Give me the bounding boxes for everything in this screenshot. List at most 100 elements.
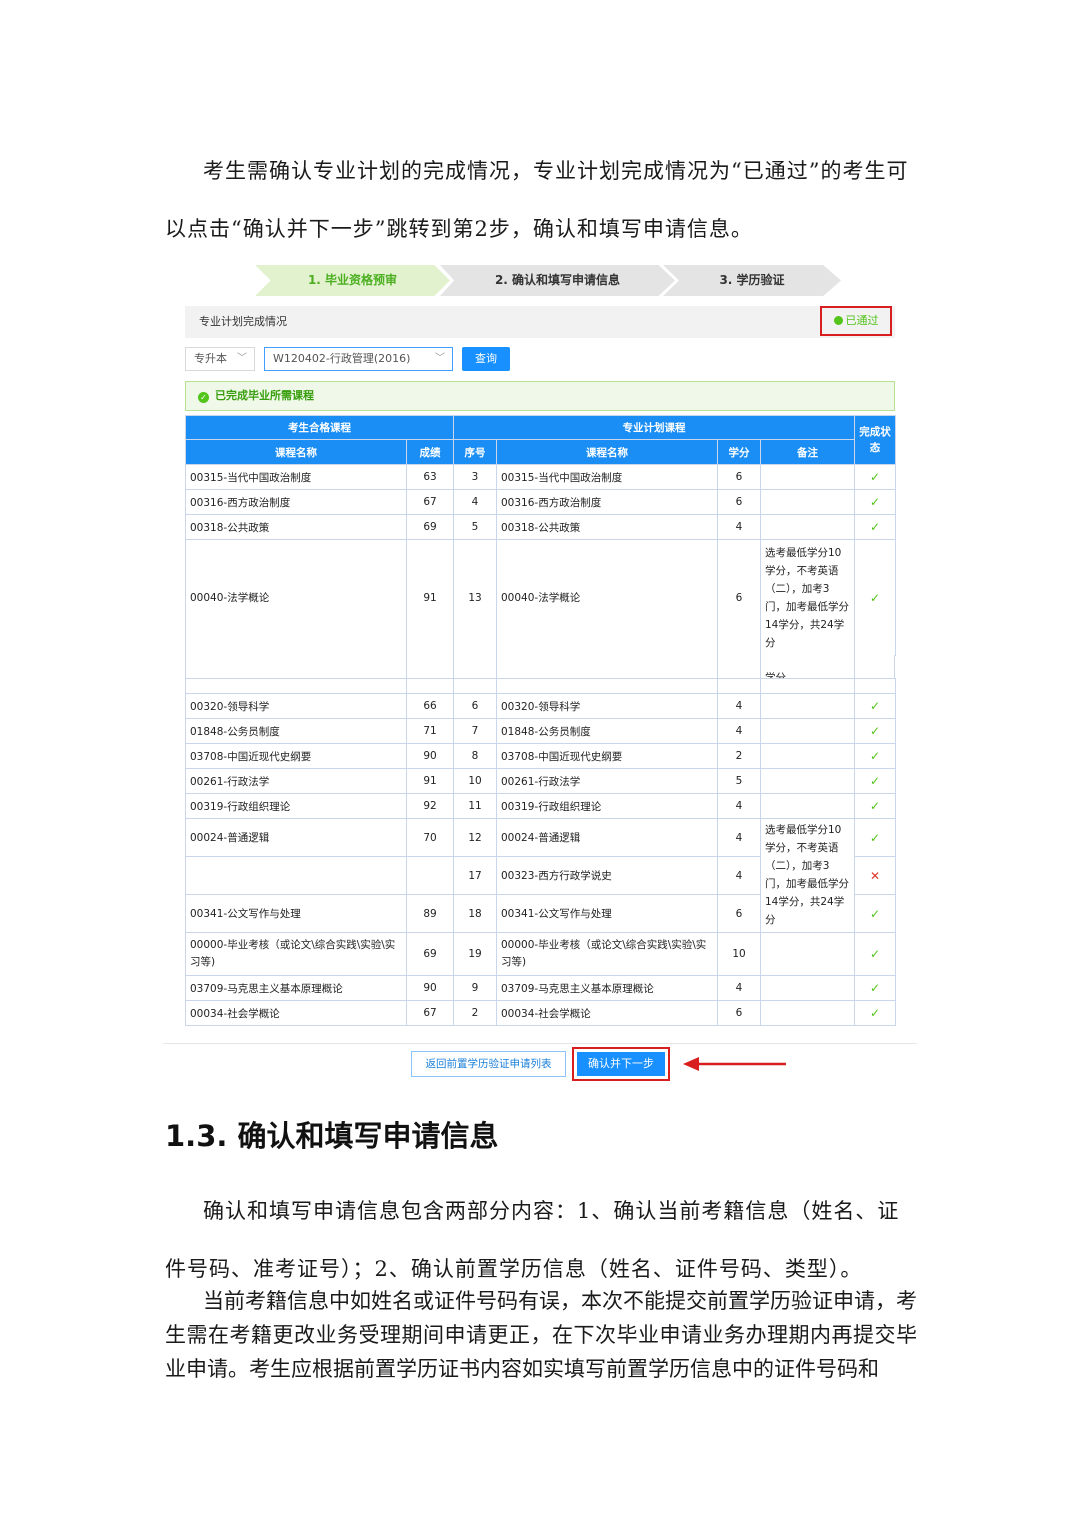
cell-plan-course: 00341-公文写作与处理 — [496, 894, 718, 933]
table-row: 01848-公务员制度 71 7 01848-公务员制度 4 ✓ — [185, 718, 896, 744]
step-1[interactable]: 1. 毕业资格预审 — [255, 265, 450, 296]
check-icon: ✓ — [854, 793, 896, 819]
cell-course: 01848-公务员制度 — [185, 718, 407, 744]
cell-credit: 6 — [717, 489, 761, 515]
group-header-right: 专业计划课程 — [453, 415, 855, 440]
query-button[interactable]: 查询 — [462, 347, 510, 371]
table-row: 00034-社会学概论 67 2 00034-社会学概论 6 ✓ — [185, 1000, 896, 1026]
table-row: 03708-中国近现代史纲要 90 8 03708-中国近现代史纲要 2 ✓ — [185, 743, 896, 769]
level-select[interactable]: 专升本 ﹀ — [185, 347, 255, 371]
back-to-list-button[interactable]: 返回前置学历验证申请列表 — [411, 1051, 566, 1077]
step-2[interactable]: 2. 确认和填写申请信息 — [440, 265, 675, 296]
cell-plan-course: 00319-行政组织理论 — [496, 793, 718, 819]
chevron-down-icon: ﹀ — [237, 353, 247, 364]
cell-no: 8 — [453, 743, 497, 769]
check-icon: ✓ — [854, 489, 896, 515]
cell-credit: 4 — [717, 693, 761, 719]
cell-no: 4 — [453, 489, 497, 515]
cell-credit: 4 — [717, 718, 761, 744]
cell-plan-course: 00323-西方行政学说史 — [496, 856, 718, 895]
table-row — [185, 678, 896, 694]
cell-course: 00341-公文写作与处理 — [185, 894, 407, 933]
table-row: 00316-西方政治制度 67 4 00316-西方政治制度 6 ✓ — [185, 489, 896, 515]
cell-course: 00318-公共政策 — [185, 514, 407, 540]
check-icon: ✓ — [854, 718, 896, 744]
cell-note — [760, 743, 855, 769]
cell-course: 00261-行政法学 — [185, 768, 407, 794]
notice-paragraph: 当前考籍信息中如姓名或证件号码有误，本次不能提交前置学历验证申请，考生需在考籍更… — [165, 1289, 917, 1381]
table-row: 00315-当代中国政治制度 63 3 00315-当代中国政治制度 6 ✓ — [185, 464, 896, 490]
course-table-bottom: 00320-领导科学 66 6 00320-领导科学 4 ✓ 01848-公务员… — [185, 678, 896, 1026]
section-heading: 1.3. 确认和填写申请信息 — [165, 1119, 499, 1153]
cell-note — [760, 718, 855, 744]
table-row: 03709-马克思主义基本原理概论 90 9 03709-马克思主义基本原理概论… — [185, 975, 896, 1001]
cell-course: 00315-当代中国政治制度 — [185, 464, 407, 490]
intro-paragraph: 考生需确认专业计划的完成情况，专业计划完成情况为“已通过”的考生可以点击“确认并… — [165, 159, 909, 241]
col-credit: 学分 — [717, 439, 761, 465]
table-row: 00040-法学概论 91 13 00040-法学概论 6 选考最低学分10学分… — [185, 539, 896, 656]
cell-credit: 4 — [717, 818, 761, 857]
cell-score: 92 — [406, 793, 454, 819]
cell-score: 67 — [406, 489, 454, 515]
check-icon: ✓ — [854, 768, 896, 794]
chevron-down-icon: ﹀ — [435, 353, 445, 364]
cell-no: 7 — [453, 718, 497, 744]
major-select[interactable]: W120402-行政管理(2016) ﹀ — [264, 347, 453, 371]
col-course: 课程名称 — [185, 439, 407, 465]
cell-plan-course: 00316-西方政治制度 — [496, 489, 718, 515]
cell-note — [760, 693, 855, 719]
cell-score: 90 — [406, 743, 454, 769]
cell-plan-course: 00261-行政法学 — [496, 768, 718, 794]
next-highlight: 确认并下一步 — [572, 1047, 670, 1081]
cell-credit: 4 — [717, 514, 761, 540]
cell-credit: 5 — [717, 768, 761, 794]
cell-course: 00024-普通逻辑 — [185, 818, 407, 857]
cell-score: 90 — [406, 975, 454, 1001]
cell-note — [760, 489, 855, 515]
cell-course: 00040-法学概论 — [185, 539, 407, 656]
table-row: 00320-领导科学 66 6 00320-领导科学 4 ✓ — [185, 693, 896, 719]
cell-credit: 2 — [717, 743, 761, 769]
cell-score: 71 — [406, 718, 454, 744]
cell-no: 13 — [453, 539, 497, 656]
cell-plan-course: 00315-当代中国政治制度 — [496, 464, 718, 490]
cell-course — [185, 856, 407, 895]
cell-note — [760, 932, 855, 976]
check-icon: ✓ — [854, 539, 896, 656]
cell-score: 69 — [406, 932, 454, 976]
cell-no: 19 — [453, 932, 497, 976]
plan-header: 专业计划完成情况 — [185, 306, 895, 338]
cell-note — [760, 464, 855, 490]
cell-no: 6 — [453, 693, 497, 719]
cell-credit: 4 — [717, 856, 761, 895]
cell-course: 03708-中国近现代史纲要 — [185, 743, 407, 769]
plan-title: 专业计划完成情况 — [199, 315, 287, 328]
cell-credit: 10 — [717, 932, 761, 976]
cell-note — [760, 768, 855, 794]
cell-note — [760, 975, 855, 1001]
cell-plan-course: 00000-毕业考核（或论文\综合实践\实验\实习等) — [496, 932, 718, 976]
cell-score: 91 — [406, 768, 454, 794]
group-header-left: 考生合格课程 — [185, 415, 454, 440]
cell-no: 3 — [453, 464, 497, 490]
check-icon: ✓ — [854, 514, 896, 540]
arrow-left-icon — [683, 1057, 786, 1071]
passed-dot-icon — [833, 316, 843, 325]
cell-note — [760, 1000, 855, 1026]
col-score: 成绩 — [406, 439, 454, 465]
cross-icon: ✕ — [854, 856, 896, 895]
check-icon: ✓ — [854, 743, 896, 769]
table-row: 00318-公共政策 69 5 00318-公共政策 4 ✓ — [185, 514, 896, 540]
cell-no: 17 — [453, 856, 497, 895]
cell-no: 5 — [453, 514, 497, 540]
cell-credit: 4 — [717, 793, 761, 819]
step-3[interactable]: 3. 学历验证 — [663, 265, 841, 296]
cell-no: 18 — [453, 894, 497, 933]
cell-score: 91 — [406, 539, 454, 656]
check-icon: ✓ — [854, 693, 896, 719]
cell-plan-course: 00040-法学概论 — [496, 539, 718, 656]
confirm-next-button[interactable]: 确认并下一步 — [577, 1052, 665, 1076]
cell-course: 00316-西方政治制度 — [185, 489, 407, 515]
level-select-value: 专升本 — [194, 352, 227, 365]
cell-score: 66 — [406, 693, 454, 719]
